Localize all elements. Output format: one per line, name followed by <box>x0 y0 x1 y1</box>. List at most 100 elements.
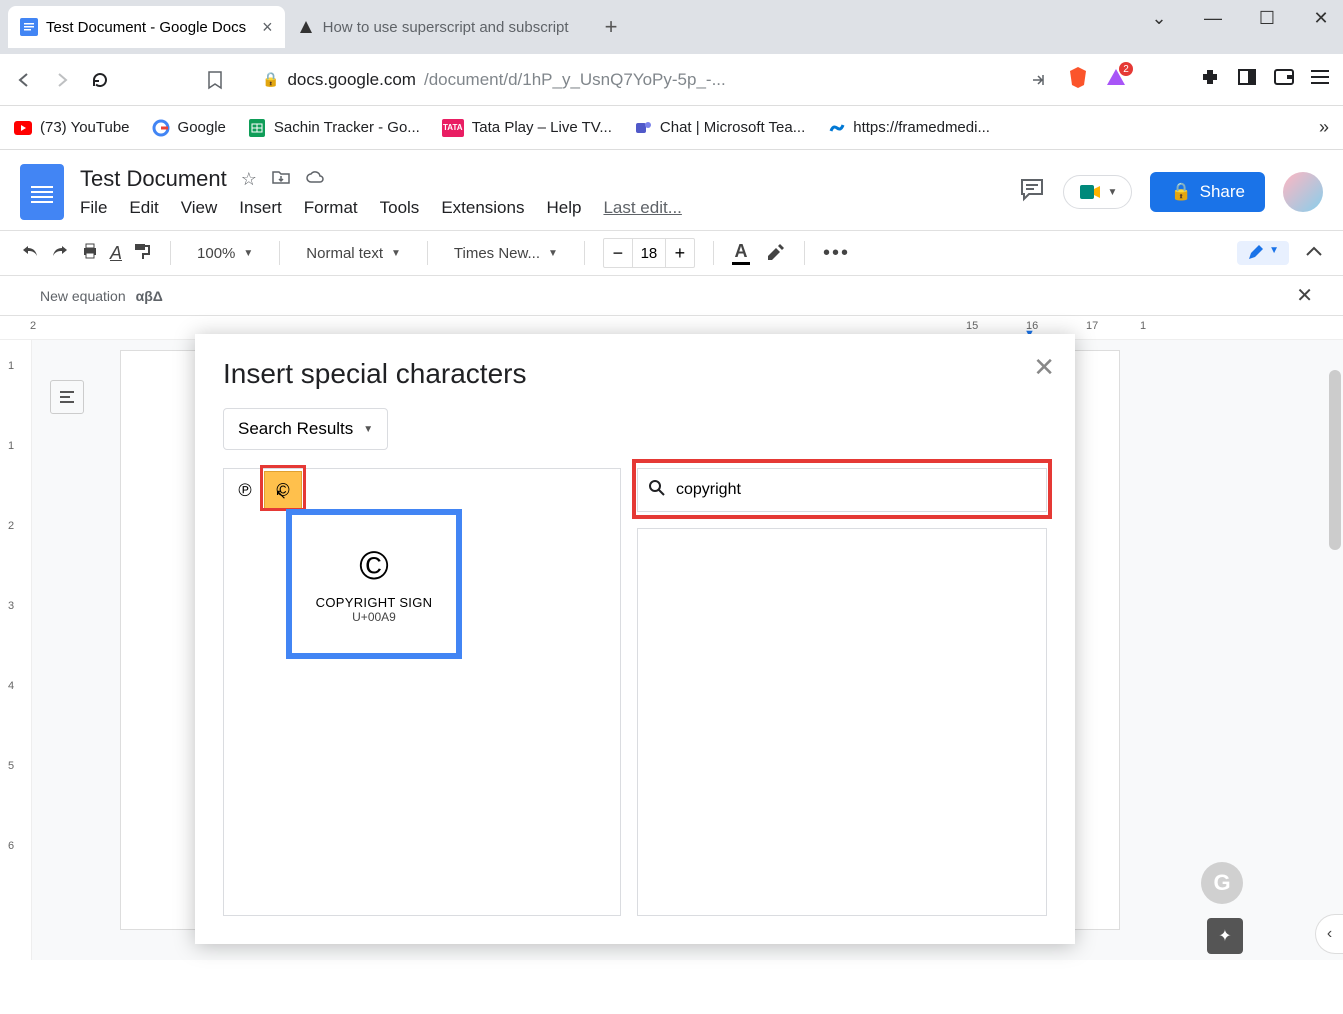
site-favicon <box>297 18 315 36</box>
character-tooltip: © COPYRIGHT SIGN U+00A9 <box>286 509 462 659</box>
tabsearch-icon[interactable]: ⌄ <box>1147 8 1171 29</box>
url-host: docs.google.com <box>287 70 416 90</box>
extension-triangle-icon[interactable]: 2 <box>1105 66 1127 93</box>
highlight-icon[interactable] <box>764 240 786 266</box>
document-title[interactable]: Test Document <box>80 166 227 192</box>
bookmark-teams[interactable]: Chat | Microsoft Tea... <box>634 119 805 137</box>
account-avatar[interactable] <box>1283 172 1323 212</box>
cursor-icon: ↖ <box>275 486 287 503</box>
close-equation-icon[interactable]: ✕ <box>1296 283 1313 308</box>
move-icon[interactable] <box>271 169 291 190</box>
character-search-box <box>637 468 1047 512</box>
menu-tools[interactable]: Tools <box>380 198 420 218</box>
menu-format[interactable]: Format <box>304 198 358 218</box>
comments-icon[interactable] <box>1019 176 1045 209</box>
cloud-icon[interactable] <box>305 169 327 190</box>
bookmark-sheets[interactable]: Sachin Tracker - Go... <box>248 119 420 137</box>
bookmark-google[interactable]: Google <box>152 119 226 137</box>
ext-badge: 2 <box>1119 62 1133 76</box>
bookmark-youtube[interactable]: (73) YouTube <box>14 119 130 137</box>
omnibox[interactable]: 🔒 docs.google.com/document/d/1hP_y_UsnQ7… <box>252 70 1001 90</box>
bookmark-tataplay[interactable]: TATATata Play – Live TV... <box>442 119 612 137</box>
tooltip-name: COPYRIGHT SIGN <box>316 595 433 610</box>
tab-title: Test Document - Google Docs <box>46 19 246 36</box>
more-icon[interactable]: ••• <box>823 242 850 265</box>
bookmark-icon[interactable] <box>206 70 224 90</box>
chevron-down-icon: ▼ <box>1108 187 1118 198</box>
menu-edit[interactable]: Edit <box>129 198 158 218</box>
back-button[interactable] <box>14 70 34 90</box>
vertical-ruler[interactable]: 1 1 2 3 4 5 6 <box>0 340 32 960</box>
redo-icon[interactable] <box>50 243 70 263</box>
menu-icon[interactable] <box>1311 68 1329 91</box>
font-select[interactable]: Times New...▼ <box>446 241 566 266</box>
style-select[interactable]: Normal text▼ <box>298 241 409 266</box>
menu-insert[interactable]: Insert <box>239 198 282 218</box>
character-grid: ℗ © ↖ © COPYRIGHT SIGN U+00A9 <box>223 468 621 916</box>
docs-header: Test Document ☆ File Edit View Insert Fo… <box>0 150 1343 220</box>
star-icon[interactable]: ☆ <box>241 169 257 190</box>
font-size-input[interactable] <box>632 239 666 267</box>
search-icon <box>648 479 666 502</box>
close-window-icon[interactable]: ✕ <box>1309 8 1333 29</box>
text-color-button[interactable]: A <box>732 241 750 265</box>
font-size-control: − + <box>603 238 695 268</box>
paint-format-icon[interactable] <box>132 241 152 265</box>
reload-button[interactable] <box>90 70 110 90</box>
draw-character-box[interactable] <box>637 528 1047 916</box>
eq-greek[interactable]: αβΔ <box>136 288 163 304</box>
menu-view[interactable]: View <box>181 198 218 218</box>
grammarly-icon[interactable]: G <box>1201 862 1243 904</box>
pencil-icon <box>1247 245 1263 261</box>
new-equation-label[interactable]: New equation <box>40 288 126 304</box>
sidepanel-icon[interactable] <box>1237 67 1257 92</box>
print-icon[interactable] <box>80 241 100 265</box>
share-button[interactable]: 🔒 Share <box>1150 172 1265 212</box>
category-dropdown[interactable]: Search Results ▼ <box>223 408 388 450</box>
dialog-close-icon[interactable]: ✕ <box>1033 352 1055 383</box>
undo-icon[interactable] <box>20 243 40 263</box>
decrease-font-button[interactable]: − <box>604 239 632 267</box>
menu-help[interactable]: Help <box>546 198 581 218</box>
toolbar: A 100%▼ Normal text▼ Times New...▼ − + A… <box>0 230 1343 276</box>
chevron-down-icon: ▼ <box>363 424 373 435</box>
tab-strip: Test Document - Google Docs × How to use… <box>0 0 1343 54</box>
dialog-title: Insert special characters <box>223 358 1047 390</box>
collapse-icon[interactable] <box>1305 245 1323 262</box>
explore-button[interactable]: ✦ <box>1207 918 1243 954</box>
minimize-icon[interactable]: — <box>1201 8 1225 29</box>
menu-file[interactable]: File <box>80 198 107 218</box>
tooltip-glyph: © <box>359 544 388 589</box>
outline-button[interactable] <box>50 380 84 414</box>
scrollbar-thumb[interactable] <box>1329 370 1341 550</box>
char-result-copyright[interactable]: © ↖ <box>264 471 302 509</box>
docs-logo-icon[interactable] <box>20 164 64 220</box>
wallet-icon[interactable] <box>1273 68 1295 91</box>
zoom-select[interactable]: 100%▼ <box>189 241 261 266</box>
spellcheck-icon[interactable]: A <box>110 243 122 264</box>
tab-active[interactable]: Test Document - Google Docs × <box>8 6 285 48</box>
new-tab-button[interactable]: + <box>597 10 626 44</box>
character-search-input[interactable] <box>676 481 1036 499</box>
close-icon[interactable]: × <box>262 17 273 38</box>
bookmark-framedmedi[interactable]: https://framedmedi... <box>827 119 990 137</box>
lock-icon: 🔒 <box>262 71 279 88</box>
increase-font-button[interactable]: + <box>666 239 694 267</box>
extensions-icon[interactable] <box>1199 66 1221 93</box>
meet-button[interactable]: ▼ <box>1063 175 1133 209</box>
forward-button[interactable] <box>52 70 72 90</box>
share-url-icon[interactable] <box>1029 70 1049 90</box>
nav-bar: 🔒 docs.google.com/document/d/1hP_y_UsnQ7… <box>0 54 1343 106</box>
brave-icon[interactable] <box>1067 65 1089 94</box>
last-edit-link[interactable]: Last edit... <box>603 198 681 218</box>
url-path: /document/d/1hP_y_UsnQ7YoPy-5p_-... <box>424 70 726 90</box>
maximize-icon[interactable]: ☐ <box>1255 8 1279 29</box>
bookmarks-overflow-icon[interactable]: » <box>1319 117 1329 138</box>
menu-extensions[interactable]: Extensions <box>441 198 524 218</box>
window-controls: ⌄ — ☐ ✕ <box>1147 8 1333 29</box>
equation-toolbar: New equation αβΔ ✕ <box>0 276 1343 316</box>
char-result-p[interactable]: ℗ <box>226 471 264 509</box>
tab-inactive[interactable]: How to use superscript and subscript <box>285 6 581 48</box>
editing-mode-button[interactable]: ▼ <box>1237 241 1289 265</box>
tooltip-code: U+00A9 <box>352 610 396 624</box>
